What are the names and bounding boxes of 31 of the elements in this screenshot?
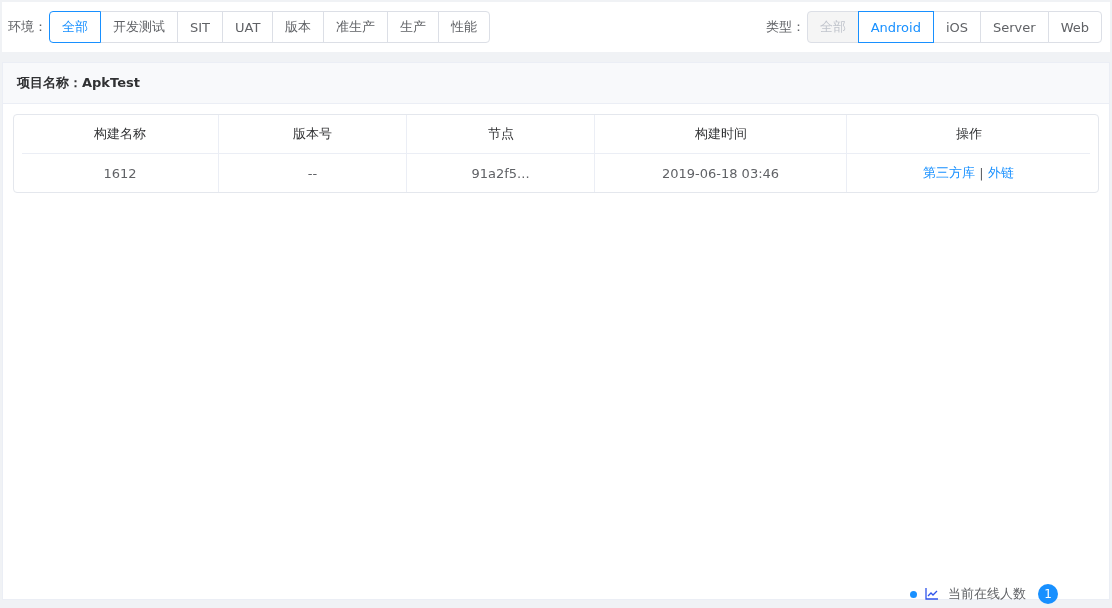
environment-option[interactable]: UAT — [222, 11, 274, 43]
type-option[interactable]: Web — [1047, 11, 1102, 43]
link-separator: | — [979, 165, 984, 181]
environment-option[interactable]: 版本 — [272, 11, 325, 43]
environment-option[interactable]: 准生产 — [323, 11, 389, 43]
filter-label: 环境： — [8, 18, 47, 36]
table-cell: 91a2f5... — [471, 165, 530, 181]
environment-option[interactable]: 性能 — [438, 11, 491, 43]
filter-label: 类型： — [765, 18, 805, 36]
environment-option[interactable]: 生产 — [387, 11, 440, 43]
type-option[interactable]: Server — [980, 11, 1049, 43]
action-link[interactable]: 外链 — [987, 164, 1014, 182]
column-header: 版本号 — [293, 125, 332, 143]
status-dot-icon — [910, 590, 917, 598]
line-chart-icon — [925, 588, 938, 600]
type-option[interactable]: Android — [857, 11, 934, 43]
column-header: 节点 — [487, 125, 514, 143]
column-header: 构建名称 — [94, 125, 146, 143]
environment-option[interactable]: SIT — [177, 11, 224, 43]
environment-option[interactable]: 全部 — [49, 11, 101, 43]
column-header: 操作 — [955, 125, 982, 143]
online-users-label: 当前在线人数 — [948, 585, 1026, 603]
table-cell: 1612 — [103, 165, 137, 181]
table-cell: 2019-06-18 03:46 — [661, 165, 780, 181]
type-option[interactable]: iOS — [932, 11, 981, 43]
action-link[interactable]: 第三方库 — [923, 164, 976, 182]
project-title: 项目名称：ApkTest — [17, 74, 140, 92]
table-cell: -- — [307, 165, 318, 181]
environment-option[interactable]: 开发测试 — [100, 11, 178, 43]
online-count-badge: 1 — [1038, 584, 1058, 604]
column-header: 构建时间 — [694, 125, 747, 143]
